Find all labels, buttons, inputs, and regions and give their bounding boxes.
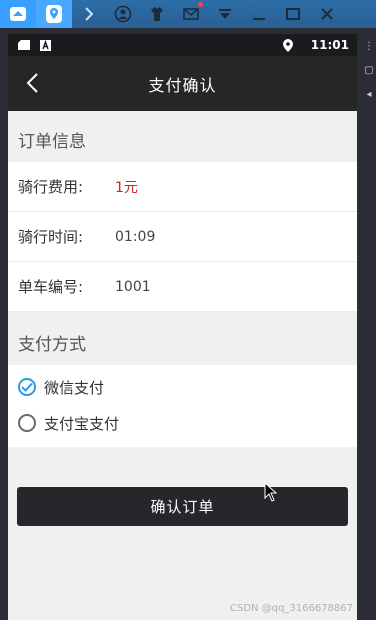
emulator-toolbar xyxy=(0,0,376,28)
mouse-cursor-icon xyxy=(264,482,278,502)
menu-dropdown-icon[interactable] xyxy=(208,0,242,28)
bike-number-value: 1001 xyxy=(115,278,151,295)
alipay-label: 支付宝支付 xyxy=(44,414,120,433)
back-arrow-icon xyxy=(26,73,38,93)
side-tool-icon[interactable]: ⋮ xyxy=(362,34,376,58)
side-tool-icon[interactable]: ◂ xyxy=(362,82,376,106)
wechat-pay-label: 微信支付 xyxy=(44,378,105,397)
side-tool-icon[interactable]: ▢ xyxy=(362,58,376,82)
ride-time-label: 骑行时间: xyxy=(18,228,84,246)
home-icon xyxy=(10,7,26,21)
payment-options: 微信支付 支付宝支付 xyxy=(8,365,357,447)
minimize-icon[interactable] xyxy=(242,0,276,28)
emulator-side-toolbar: ⋮ ▢ ◂ xyxy=(362,34,376,620)
wechat-pay-radio[interactable] xyxy=(18,378,36,396)
location-icon xyxy=(282,38,293,52)
bike-number-row: 单车编号: 1001 xyxy=(8,262,357,312)
maps-app-tab[interactable] xyxy=(36,0,72,28)
status-bar: 11:01 xyxy=(8,34,357,56)
check-icon xyxy=(21,382,33,392)
bike-number-label: 单车编号: xyxy=(18,278,84,296)
confirm-order-button[interactable]: 确认订单 xyxy=(17,487,348,526)
account-icon[interactable] xyxy=(106,0,140,28)
map-pin-icon xyxy=(46,5,62,23)
clock: 11:01 xyxy=(310,38,349,52)
page-title: 支付确认 xyxy=(148,75,217,95)
close-icon[interactable] xyxy=(310,0,344,28)
app-bar: 支付确认 xyxy=(8,56,357,111)
alipay-option[interactable]: 支付宝支付 xyxy=(8,405,357,441)
maximize-icon[interactable] xyxy=(276,0,310,28)
home-tab[interactable] xyxy=(0,0,36,28)
wechat-pay-option[interactable]: 微信支付 xyxy=(8,369,357,405)
chevron-right-icon[interactable] xyxy=(72,0,106,28)
payment-method-heading: 支付方式 xyxy=(18,335,86,355)
watermark: CSDN @qq_3166678867 xyxy=(229,603,353,614)
phone-screen: 11:01 支付确认 订单信息 骑行费用: 1元 骑行时间: 01:09 单车编… xyxy=(8,34,357,620)
order-info-heading: 订单信息 xyxy=(18,132,86,152)
ride-fee-label: 骑行费用: xyxy=(18,178,84,196)
theme-shirt-icon[interactable] xyxy=(140,0,174,28)
a-notification-icon xyxy=(40,39,51,51)
sd-card-icon xyxy=(18,40,30,50)
notification-dot xyxy=(198,2,203,7)
ride-time-row: 骑行时间: 01:09 xyxy=(8,212,357,262)
ride-time-value: 01:09 xyxy=(115,228,156,245)
alipay-radio[interactable] xyxy=(18,414,36,432)
ride-fee-row: 骑行费用: 1元 xyxy=(8,162,357,212)
mail-icon[interactable] xyxy=(174,0,208,28)
back-button[interactable] xyxy=(18,69,46,97)
ride-fee-value: 1元 xyxy=(115,179,138,196)
